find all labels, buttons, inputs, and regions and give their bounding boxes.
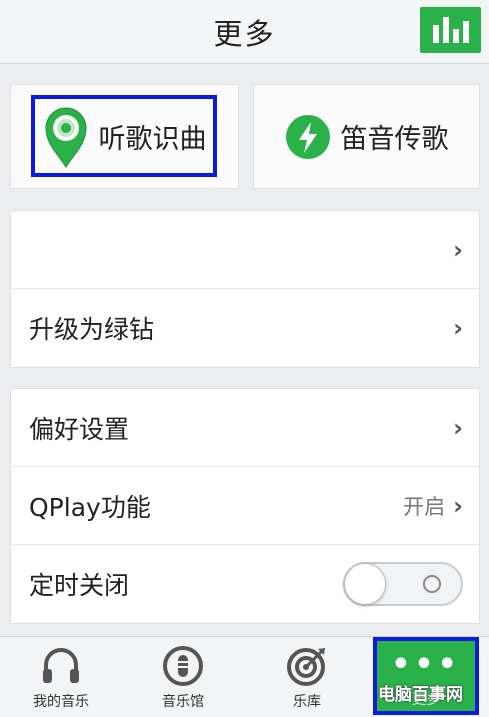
equalizer-bar	[462, 21, 469, 43]
song-recognition-card[interactable]: 听歌识曲	[10, 84, 239, 189]
equalizer-bar	[442, 17, 449, 43]
list-item-preferences[interactable]: 偏好设置 ›	[11, 389, 479, 467]
target-icon	[287, 648, 325, 686]
header-bar: 更多	[0, 0, 489, 64]
toggle-off-icon	[423, 575, 441, 593]
tab-label: 音乐馆	[162, 694, 204, 710]
account-settings-group: › 升级为绿钻 ›	[10, 210, 480, 368]
preferences-group: 偏好设置 › QPlay功能 开启 › 定时关闭	[10, 388, 480, 624]
qplay-status: 开启	[403, 494, 446, 519]
chevron-right-icon: ›	[453, 491, 463, 520]
list-item-sleep-timer: 定时关闭	[11, 545, 479, 623]
row-label: QPlay功能	[29, 492, 151, 522]
tab-label: 我的音乐	[33, 694, 89, 710]
whistle-song-card[interactable]: 笛音传歌	[253, 84, 480, 189]
chevron-right-icon: ›	[453, 235, 463, 264]
page-title: 更多	[213, 16, 276, 51]
row-label: 定时关闭	[29, 571, 130, 600]
toggle-knob	[344, 563, 386, 605]
sleep-timer-toggle[interactable]	[343, 562, 463, 606]
equalizer-button[interactable]	[420, 7, 481, 53]
tab-my-music[interactable]: 我的音乐	[0, 637, 122, 717]
list-item-qplay[interactable]: QPlay功能 开启 ›	[11, 467, 479, 545]
row-label: 偏好设置	[29, 414, 130, 444]
tab-library[interactable]: 乐库	[246, 637, 368, 717]
equalizer-bar	[452, 29, 459, 43]
whistle-song-label: 笛音传歌	[340, 124, 449, 155]
headphones-icon	[43, 648, 79, 683]
equalizer-bar	[432, 25, 439, 43]
watermark: 电脑百事网	[378, 685, 463, 705]
highlight-frame	[31, 95, 217, 177]
list-item-blank[interactable]: ›	[11, 211, 479, 289]
more-dots-icon: •••	[391, 647, 461, 682]
list-item-upgrade[interactable]: 升级为绿钻 ›	[11, 289, 479, 367]
lightning-bolt-icon	[285, 114, 330, 159]
music-hall-icon	[163, 646, 203, 686]
tab-music-hall[interactable]: 音乐馆	[122, 637, 244, 717]
tab-label: 乐库	[293, 694, 321, 710]
chevron-right-icon: ›	[453, 314, 463, 342]
row-label: 升级为绿钻	[29, 315, 155, 344]
chevron-right-icon: ›	[453, 413, 463, 442]
